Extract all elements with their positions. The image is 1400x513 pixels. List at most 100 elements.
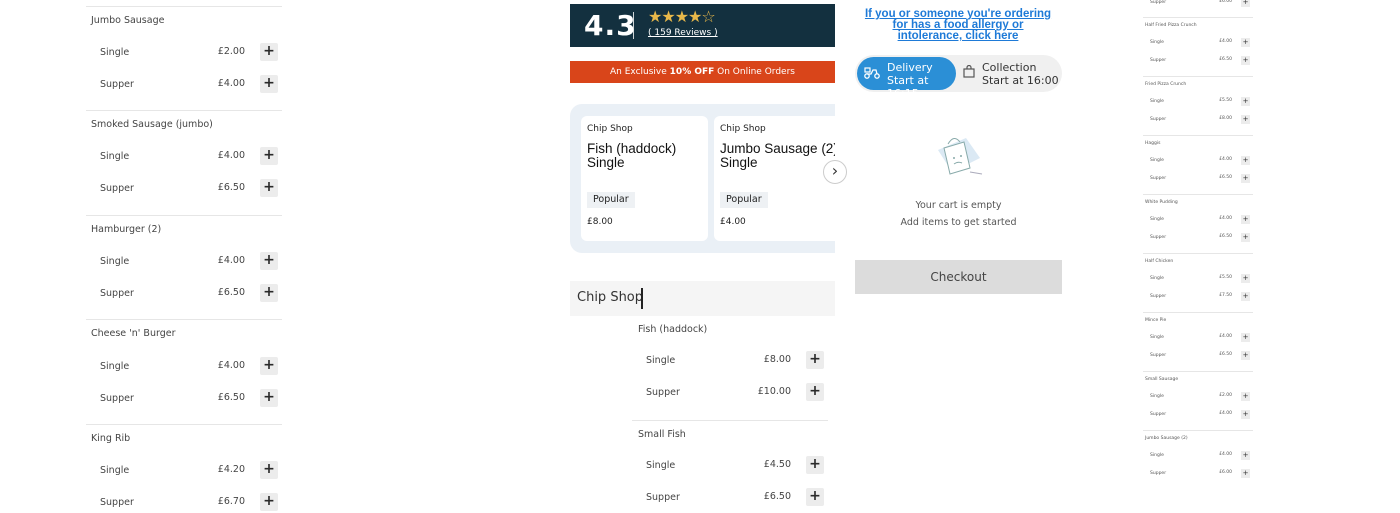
card-price: £8.00	[587, 217, 613, 227]
minimap-item-label: Supper	[1150, 0, 1167, 5]
allergy-info-link[interactable]: If you or someone you're ordering for ha…	[864, 8, 1052, 42]
card-name-line: Jumbo Sausage (2)	[720, 141, 835, 156]
minimap-add-button[interactable]: +	[1241, 351, 1250, 360]
minimap-add-button[interactable]: +	[1241, 292, 1250, 301]
menu-item-label: Single	[646, 355, 676, 366]
add-item-button[interactable]: +	[260, 252, 278, 270]
minimap-section: White Pudding Single £4.00 + Supper £6.50 +	[1143, 194, 1253, 242]
menu-section-title: King Rib	[91, 433, 131, 444]
minimap-add-button[interactable]: +	[1241, 333, 1250, 342]
card-price: £4.00	[720, 217, 746, 227]
minimap-add-button[interactable]: +	[1241, 0, 1250, 7]
menu-item-row: Supper £6.70 +	[86, 493, 282, 513]
category-header: Chip Shop	[570, 281, 835, 316]
menu-section-title: Small Fish	[638, 429, 686, 440]
minimap-item-row: Single £4.00 +	[1143, 451, 1253, 461]
minimap-item-label: Supper	[1150, 471, 1167, 476]
menu-section: Cheese 'n' Burger Single £4.00 + Supper …	[86, 319, 282, 407]
menu-item-row: Supper £6.50 +	[86, 389, 282, 409]
menu-item-label: Single	[100, 361, 130, 372]
minimap-item-row: Supper £6.00 +	[1143, 0, 1253, 8]
minimap-item-row: Single £2.00 +	[1143, 392, 1253, 402]
minimap-add-button[interactable]: +	[1241, 97, 1250, 106]
add-item-button[interactable]: +	[260, 75, 278, 93]
add-item-button[interactable]: +	[260, 389, 278, 407]
collection-time: Start at 16:00	[982, 74, 1059, 87]
promo-prefix: An Exclusive	[610, 67, 670, 77]
menu-item-label: Supper	[646, 492, 680, 503]
carousel-next-button[interactable]: ›	[823, 160, 847, 184]
minimap-add-button[interactable]: +	[1241, 233, 1250, 242]
minimap-add-button[interactable]: +	[1241, 115, 1250, 124]
menu-item-label: Single	[646, 460, 676, 471]
minimap-item-price: £8.00	[1219, 116, 1232, 121]
delivery-option[interactable]: Delivery Start at 16:15	[857, 57, 956, 100]
minimap-section: Mince Pie Single £4.00 + Supper £6.50 +	[1143, 312, 1253, 360]
menu-item-price: £4.50	[763, 459, 791, 470]
add-item-button[interactable]: +	[260, 461, 278, 479]
add-item-button[interactable]: +	[260, 357, 278, 375]
delivery-label: Delivery	[887, 61, 933, 74]
minimap-item-label: Single	[1150, 276, 1164, 281]
menu-column-left: Jumbo Sausage Single £2.00 + Supper £4.0…	[86, 0, 282, 511]
menu-item-row: Supper £6.50 +	[86, 179, 282, 199]
add-item-button[interactable]: +	[260, 43, 278, 61]
minimap-item-price: £6.00	[1219, 0, 1232, 4]
minimap-add-button[interactable]: +	[1241, 38, 1250, 47]
minimap-item-price: £6.50	[1219, 175, 1232, 180]
minimap-item-price: £5.50	[1219, 98, 1232, 103]
minimap-item-price: £4.00	[1219, 334, 1232, 339]
minimap-add-button[interactable]: +	[1241, 392, 1250, 401]
minimap-add-button[interactable]: +	[1241, 215, 1250, 224]
cart-empty-subtitle: Add items to get started	[900, 217, 1017, 228]
add-item-button[interactable]: +	[806, 351, 824, 369]
promo-suffix: On Online Orders	[714, 67, 795, 77]
menu-item-row: Supper £6.50 +	[86, 284, 282, 304]
add-item-button[interactable]: +	[806, 456, 824, 474]
rating-divider	[633, 12, 634, 39]
add-item-button[interactable]: +	[260, 493, 278, 511]
popular-item-card[interactable]: Chip Shop Jumbo Sausage (2) Single Popula…	[714, 116, 835, 241]
add-item-button[interactable]: +	[806, 488, 824, 506]
minimap-section-title: Jumbo Sausage (2)	[1145, 436, 1188, 441]
delivery-time: Start at 16:15	[887, 74, 929, 100]
menu-item-price: £6.50	[217, 287, 245, 298]
minimap-section-title: Haggis	[1145, 141, 1161, 146]
menu-item-price: £6.50	[217, 182, 245, 193]
minimap-add-button[interactable]: +	[1241, 56, 1250, 65]
minimap-item-price: £4.00	[1219, 411, 1232, 416]
menu-item-row: Single £4.20 +	[86, 461, 282, 481]
minimap-item-label: Single	[1150, 40, 1164, 45]
menu-section: Small Fish Single £4.50 + Supper £6.50 +	[632, 420, 828, 506]
menu-item-row: Supper £6.50 +	[632, 488, 828, 508]
card-name: Jumbo Sausage (2) Single	[720, 142, 835, 170]
menu-item-row: Single £2.00 +	[86, 43, 282, 63]
minimap-item-price: £6.00	[1219, 470, 1232, 475]
minimap-item-price: £6.50	[1219, 234, 1232, 239]
minimap-item-label: Supper	[1150, 294, 1167, 299]
minimap-item-price: £4.00	[1219, 157, 1232, 162]
add-item-button[interactable]: +	[806, 383, 824, 401]
menu-item-row: Single £4.00 +	[86, 147, 282, 167]
reviews-link[interactable]: ( 159 Reviews )	[648, 28, 718, 38]
minimap-item-label: Supper	[1150, 235, 1167, 240]
menu-item-label: Supper	[100, 183, 134, 194]
minimap-add-button[interactable]: +	[1241, 156, 1250, 165]
popular-item-card[interactable]: Chip Shop Fish (haddock) Single Popular £…	[581, 116, 708, 241]
minimap-add-button[interactable]: +	[1241, 274, 1250, 283]
minimap-add-button[interactable]: +	[1241, 410, 1250, 419]
checkout-button[interactable]: Checkout	[855, 260, 1062, 294]
order-mode-toggle: Delivery Start at 16:15 Collection Start…	[855, 55, 1062, 100]
minimap-add-button[interactable]: +	[1241, 174, 1250, 183]
add-item-button[interactable]: +	[260, 147, 278, 165]
minimap-item-price: £4.00	[1219, 216, 1232, 221]
card-name-line: Single	[587, 155, 625, 170]
add-item-button[interactable]: +	[260, 179, 278, 197]
menu-item-price: £10.00	[757, 386, 791, 397]
collection-label: Collection	[982, 61, 1037, 74]
rating-score: 4.3	[584, 9, 637, 42]
minimap-add-button[interactable]: +	[1241, 451, 1250, 460]
minimap-add-button[interactable]: +	[1241, 469, 1250, 478]
menu-item-label: Supper	[100, 288, 134, 299]
add-item-button[interactable]: +	[260, 284, 278, 302]
